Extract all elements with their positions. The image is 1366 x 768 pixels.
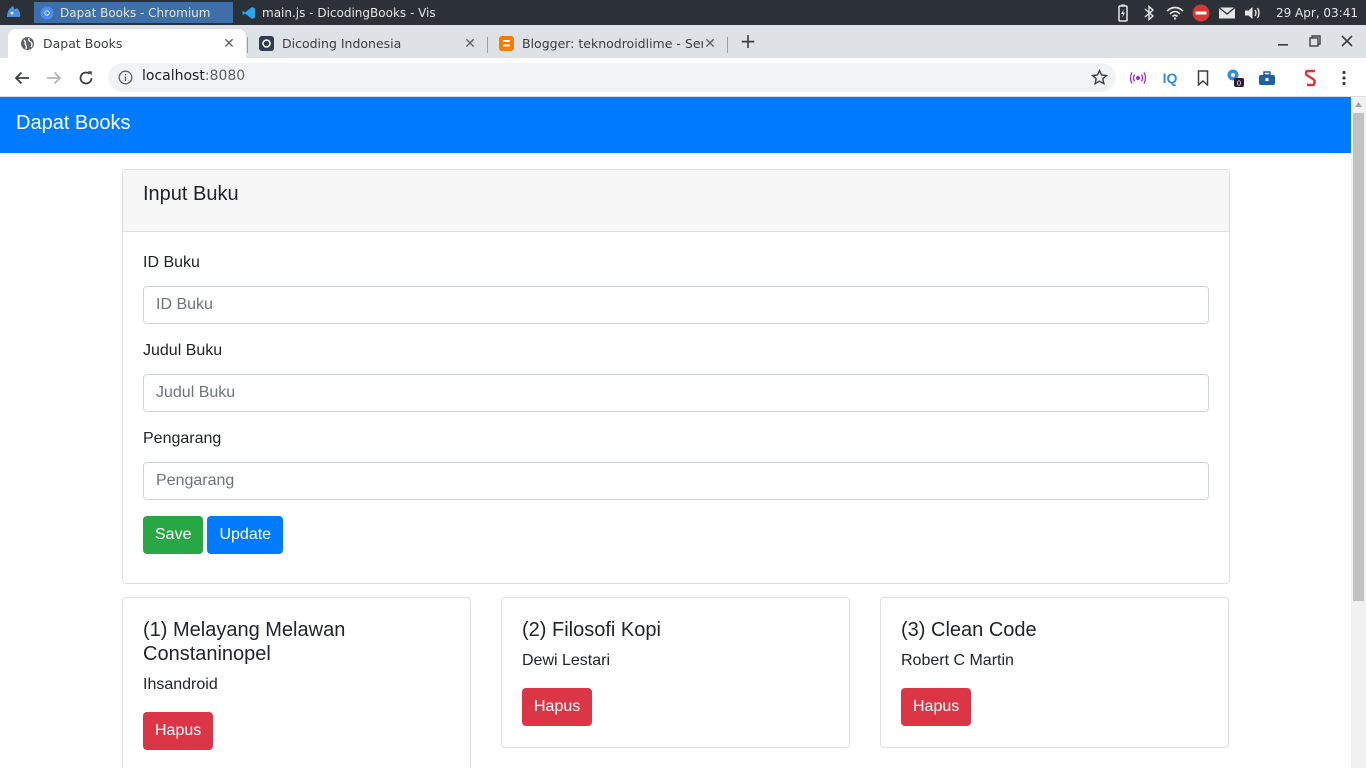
menu-kebab-icon[interactable] — [1334, 68, 1354, 88]
judul-label: Judul Buku — [143, 342, 223, 359]
broadcast-extension-icon[interactable] — [1128, 68, 1148, 88]
toolbox-extension-icon[interactable] — [1257, 68, 1277, 88]
scrollbar-thumb[interactable] — [1353, 113, 1364, 601]
tab-label: Blogger: teknodroidlime - Semu — [522, 36, 703, 51]
task-chromium[interactable]: Dapat Books - Chromium — [34, 2, 233, 23]
scroll-up-arrow-icon[interactable] — [1354, 101, 1363, 109]
vscode-icon — [242, 6, 256, 20]
page-scrollbar[interactable] — [1351, 97, 1366, 768]
url-text[interactable]: localhost:8080 — [142, 68, 245, 84]
info-icon[interactable] — [118, 70, 133, 85]
os-taskbar: Dapat Books - Chromium main.js - Dicodin… — [0, 0, 1366, 25]
tab-label: Dicoding Indonesia — [282, 36, 402, 51]
tab-dapat-books[interactable]: Dapat Books ✕ — [8, 29, 246, 58]
bookmark-star-icon[interactable] — [1090, 68, 1109, 86]
system-tray: 29 Apr, 03:41 — [1114, 0, 1366, 25]
id-buku-input[interactable] — [143, 286, 1209, 324]
close-tab-icon[interactable]: ✕ — [463, 36, 477, 52]
close-window-icon[interactable] — [1336, 30, 1358, 52]
back-icon[interactable] — [10, 66, 34, 90]
delete-book-button[interactable]: Hapus — [522, 688, 593, 726]
clock[interactable]: 29 Apr, 03:41 — [1276, 6, 1358, 20]
save-button[interactable]: Save — [143, 516, 204, 554]
volume-icon[interactable] — [1244, 4, 1262, 22]
pengarang-label: Pengarang — [143, 430, 222, 447]
id-label: ID Buku — [143, 254, 200, 271]
bluetooth-icon[interactable] — [1140, 4, 1158, 22]
mail-icon[interactable] — [1218, 4, 1236, 22]
browser-tabstrip: Dapat Books ✕ Dicoding Indonesia ✕ Blogg… — [0, 25, 1366, 58]
book-card: (1) Melayang Melawan Constaninopel Ihsan… — [122, 597, 471, 768]
input-book-card: Input Buku ID Buku Judul Buku Pengarang … — [122, 169, 1230, 584]
badge-extension-icon[interactable]: 0 — [1225, 68, 1245, 88]
close-tab-icon[interactable]: ✕ — [703, 36, 717, 52]
bookmark-extension-icon[interactable] — [1193, 68, 1213, 88]
book-author: Dewi Lestari — [522, 652, 611, 669]
book-author: Robert C Martin — [901, 652, 1014, 669]
update-button[interactable]: Update — [207, 516, 284, 554]
book-title: (2) Filosofi Kopi — [522, 619, 661, 641]
book-title: (3) Clean Code — [901, 619, 1037, 641]
tab-blogger[interactable]: Blogger: teknodroidlime - Semu ✕ — [487, 29, 727, 58]
book-author: Ihsandroid — [143, 676, 218, 693]
iq-extension-icon[interactable]: IQ — [1160, 68, 1180, 88]
s-extension-icon[interactable] — [1301, 68, 1321, 88]
tab-separator — [727, 37, 728, 53]
forward-icon[interactable] — [42, 66, 66, 90]
blogger-icon — [499, 36, 514, 51]
task-label: Dapat Books - Chromium — [60, 5, 211, 20]
battery-icon[interactable] — [1114, 4, 1132, 22]
restore-icon[interactable] — [1304, 30, 1326, 52]
tab-dicoding[interactable]: Dicoding Indonesia ✕ — [247, 29, 487, 58]
task-label: main.js - DicodingBooks - Vis... — [262, 5, 436, 20]
url-port: :8080 — [204, 68, 246, 84]
app-brand[interactable]: Dapat Books — [16, 112, 131, 135]
url-host: localhost — [142, 68, 205, 84]
book-form: ID Buku Judul Buku Pengarang Save Update — [123, 232, 1229, 576]
book-card: (3) Clean Code Robert C Martin Hapus — [880, 597, 1229, 748]
globe-icon — [20, 36, 35, 51]
reload-icon[interactable] — [74, 66, 98, 90]
svg-text:0: 0 — [1237, 80, 1241, 88]
address-bar[interactable]: localhost:8080 — [108, 63, 1116, 92]
card-header: Input Buku — [123, 170, 1229, 232]
task-vscode[interactable]: main.js - DicodingBooks - Vis... — [236, 2, 436, 23]
minimize-icon[interactable] — [1272, 30, 1294, 52]
pengarang-input[interactable] — [143, 462, 1209, 500]
tab-label: Dapat Books — [43, 36, 123, 51]
form-actions: Save Update — [143, 516, 1209, 554]
browser-toolbar: localhost:8080 IQ 0 — [0, 58, 1366, 97]
app-navbar: Dapat Books — [0, 97, 1351, 153]
book-card: (2) Filosofi Kopi Dewi Lestari Hapus — [501, 597, 850, 748]
book-title: (1) Melayang Melawan Constaninopel — [143, 619, 346, 665]
judul-buku-input[interactable] — [143, 374, 1209, 412]
delete-book-button[interactable]: Hapus — [143, 712, 214, 750]
wifi-icon[interactable] — [1166, 4, 1184, 22]
new-tab-button[interactable]: + — [737, 30, 759, 52]
start-menu-icon[interactable] — [4, 3, 24, 22]
no-entry-icon[interactable] — [1192, 4, 1210, 22]
dicoding-icon — [259, 36, 274, 51]
delete-book-button[interactable]: Hapus — [901, 688, 972, 726]
page-viewport: Dapat Books Input Buku ID Buku Judul Buk… — [0, 97, 1366, 768]
chromium-icon — [40, 6, 54, 20]
close-tab-icon[interactable]: ✕ — [222, 36, 236, 52]
